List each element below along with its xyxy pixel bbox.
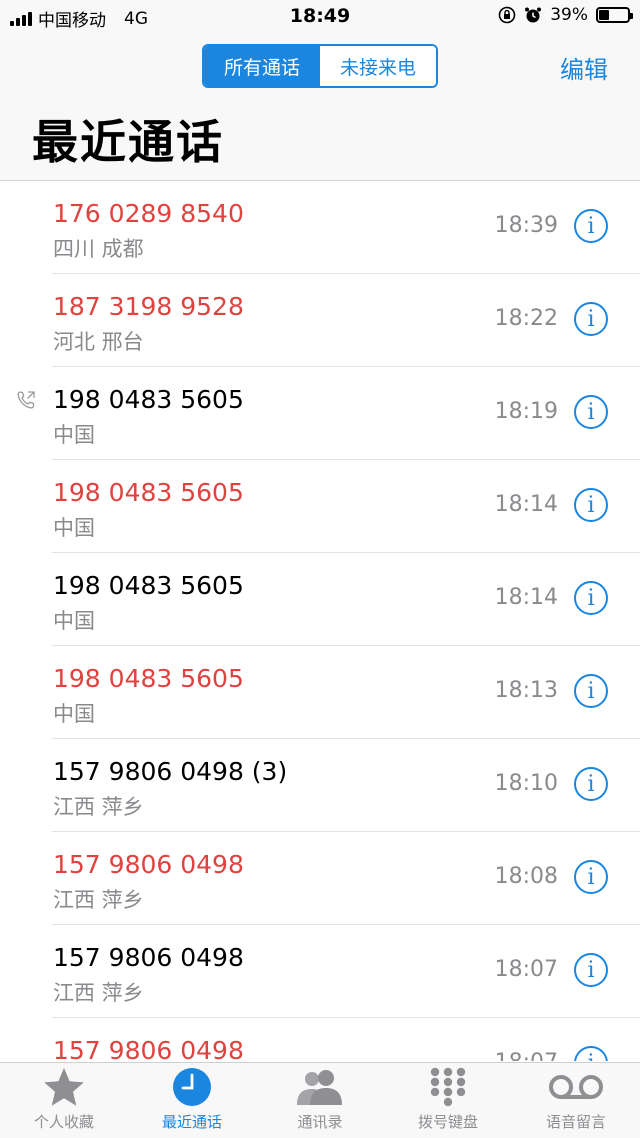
call-row[interactable]: 157 9806 0498 18:07 i [0,1018,640,1061]
orientation-lock-icon [498,6,516,24]
info-icon[interactable]: i [574,488,608,522]
info-icon[interactable]: i [574,767,608,801]
call-time: 18:39 [494,213,558,238]
clock-icon [171,1063,213,1111]
call-number: 157 9806 0498 [53,1036,244,1061]
info-icon[interactable]: i [574,209,608,243]
recent-calls-list[interactable]: 176 0289 8540 四川 成都 18:39 i 187 3198 9528 河北 … [0,181,640,1061]
call-row[interactable]: 157 9806 0498 江西 萍乡 18:08 i [0,832,640,925]
tab-label: 最近通话 [161,1113,222,1131]
tab-bar: 个人收藏 最近通话 通讯录 拨号键盘 语音留言 [0,1062,640,1138]
info-icon[interactable]: i [574,674,608,708]
call-number: 198 0483 5605 [53,385,244,414]
keypad-icon [428,1063,468,1111]
call-time: 18:22 [494,306,558,331]
call-row[interactable]: 198 0483 5605 中国 18:14 i [0,460,640,553]
battery-icon [596,7,633,23]
tab-label: 拨号键盘 [417,1113,478,1131]
call-time: 18:14 [494,492,558,517]
segment-missed-calls[interactable]: 未接来电 [320,46,436,86]
call-number: 198 0483 5605 [53,571,244,600]
battery-cap [630,13,633,19]
info-icon[interactable]: i [574,581,608,615]
call-number: 198 0483 5605 [53,478,244,507]
call-location: 中国 [53,516,95,540]
call-row[interactable]: 157 9806 0498 (3) 江西 萍乡 18:10 i [0,739,640,832]
call-number: 187 3198 9528 [53,292,244,321]
call-time: 18:14 [494,585,558,610]
alarm-icon [525,7,542,23]
segment-all-calls[interactable]: 所有通话 [204,46,320,86]
call-row[interactable]: 187 3198 9528 河北 邢台 18:22 i [0,274,640,367]
call-time: 18:08 [494,864,558,889]
call-location: 河北 邢台 [53,330,144,354]
call-location: 中国 [53,423,95,447]
info-icon[interactable]: i [574,860,608,894]
call-time: 18:10 [494,771,558,796]
call-row[interactable]: 157 9806 0498 江西 萍乡 18:07 i [0,925,640,1018]
info-icon[interactable]: i [574,953,608,987]
call-location: 中国 [53,609,95,633]
call-number: 157 9806 0498 [53,943,244,972]
contacts-icon [294,1063,346,1111]
call-location: 四川 成都 [53,237,144,261]
battery-level [599,10,610,20]
call-time: 18:07 [494,957,558,982]
status-bar: 中国移动 4G 18:49 39% [0,0,640,34]
call-time: 18:13 [494,678,558,703]
info-icon[interactable]: i [574,1046,608,1061]
call-filter-segmented-control[interactable]: 所有通话 未接来电 [202,44,438,88]
call-location: 江西 萍乡 [53,795,144,819]
call-row[interactable]: 198 0483 5605 中国 18:14 i [0,553,640,646]
call-location: 江西 萍乡 [53,888,144,912]
call-row[interactable]: 198 0483 5605 中国 18:19 i [0,367,640,460]
voicemail-icon [547,1063,605,1111]
call-time: 18:07 [495,1050,558,1061]
tab-label: 个人收藏 [33,1113,94,1131]
tab-label: 语音留言 [545,1113,606,1131]
outgoing-call-icon [15,389,37,411]
status-right: 39% [498,5,633,25]
info-icon[interactable]: i [574,395,608,429]
navigation-header: 所有通话 未接来电 编辑 最近通话 [0,34,640,181]
call-number: 157 9806 0498 [53,850,244,879]
tab-star[interactable]: 个人收藏 [0,1063,128,1138]
page-title: 最近通话 [32,115,224,169]
tab-keypad[interactable]: 拨号键盘 [384,1063,512,1138]
tab-voicemail[interactable]: 语音留言 [512,1063,640,1138]
tab-clock[interactable]: 最近通话 [128,1063,256,1138]
phone-screen: 中国移动 4G 18:49 39% 所有通话 未接来电 编辑 最近通话 176 … [0,0,640,1138]
call-number: 176 0289 8540 [53,199,244,228]
call-location: 江西 萍乡 [53,981,144,1005]
tab-label: 通讯录 [297,1113,343,1131]
call-row[interactable]: 176 0289 8540 四川 成都 18:39 i [0,181,640,274]
call-time: 18:19 [494,399,558,424]
call-number: 198 0483 5605 [53,664,244,693]
battery-percent: 39% [550,5,588,25]
call-row[interactable]: 198 0483 5605 中国 18:13 i [0,646,640,739]
call-location: 中国 [53,702,95,726]
edit-button[interactable]: 编辑 [560,50,608,85]
tab-contacts[interactable]: 通讯录 [256,1063,384,1138]
call-number: 157 9806 0498 (3) [53,757,288,786]
star-icon [42,1063,86,1111]
info-icon[interactable]: i [574,302,608,336]
